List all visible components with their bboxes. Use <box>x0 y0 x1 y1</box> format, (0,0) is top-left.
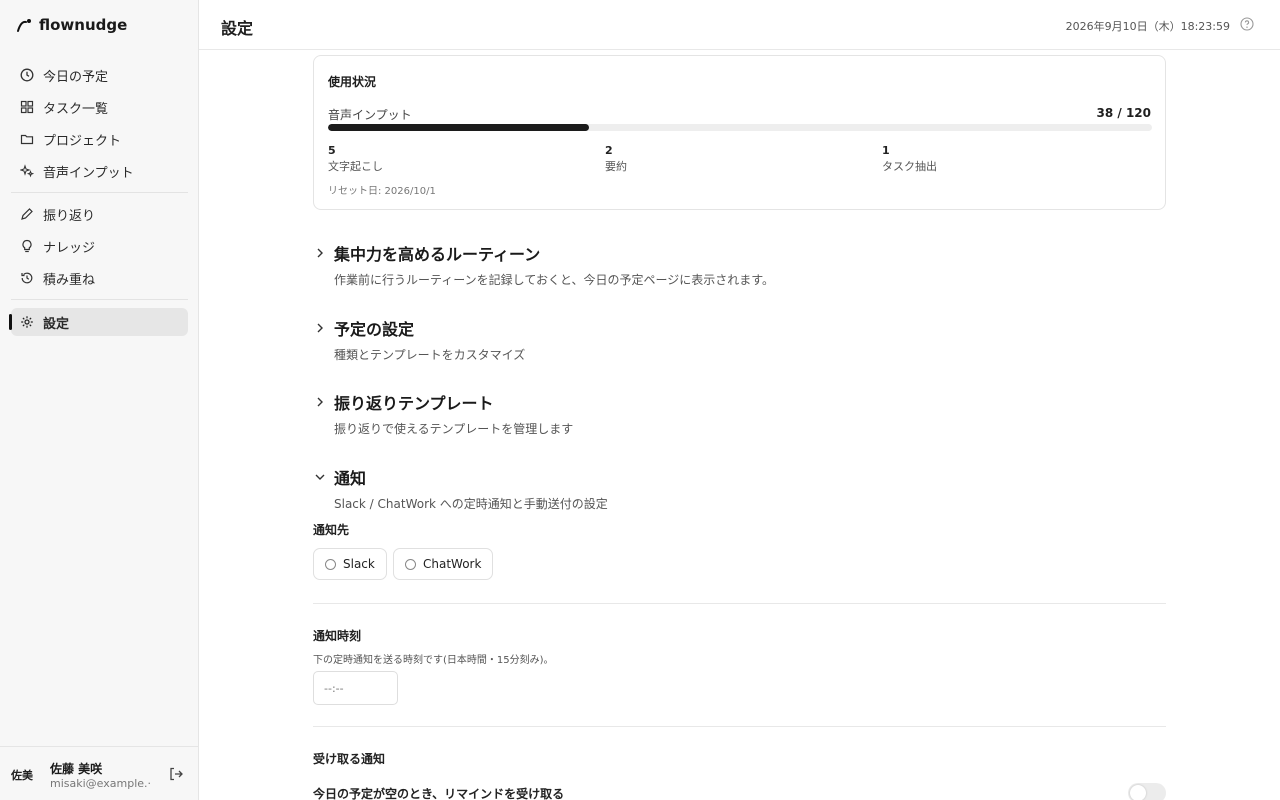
usage-card: 使用状況 音声インプット 38 / 120 5 文字起こし 2 要約 1 タスク… <box>313 55 1166 210</box>
avatar[interactable]: 佐美 <box>11 767 33 783</box>
sidebar-item-label: 積み重ね <box>43 272 96 288</box>
sparkles-icon <box>20 164 34 178</box>
section-title: 集中力を高めるルーティーン <box>334 245 541 264</box>
brand-name: flownudge <box>39 16 128 34</box>
sidebar-item-review[interactable]: 振り返り <box>11 200 188 228</box>
brand[interactable]: flownudge <box>16 14 127 36</box>
section-title: 通知 <box>334 469 367 488</box>
flow-logo-icon <box>17 19 31 32</box>
page-title: 設定 <box>221 19 254 38</box>
sidebar-item-today[interactable]: 今日の予定 <box>11 61 188 89</box>
stat-task-extraction: 1 タスク抽出 <box>882 144 937 174</box>
current-datetime: 2026年9月10日（木）18:23:59 <box>1065 20 1230 33</box>
radio-slack[interactable]: Slack <box>313 548 387 580</box>
notify-time-label: 通知時刻 <box>313 629 362 643</box>
nav-secondary: 振り返り ナレッジ 積み重ね <box>11 200 188 296</box>
logout-icon[interactable] <box>168 766 184 782</box>
chevron-right-icon <box>317 248 323 258</box>
receive-notifications-label: 受け取る通知 <box>313 752 386 766</box>
section-schedule-toggle[interactable]: 予定の設定 <box>313 316 1173 340</box>
folder-icon <box>20 132 34 146</box>
stat-transcription: 5 文字起こし <box>328 144 383 174</box>
section-title: 予定の設定 <box>334 320 415 339</box>
notify-time-hint: 下の定時通知を送る時刻です(日本時間・15分刻み)。 <box>313 655 554 666</box>
sidebar-item-label: プロジェクト <box>43 133 122 149</box>
sidebar-item-voice-input[interactable]: 音声インプット <box>11 157 188 185</box>
section-description: 振り返りで使えるテンプレートを管理します <box>334 422 574 436</box>
clock-icon <box>20 68 34 82</box>
sidebar: flownudge 今日の予定 タスク一覧 プロジェクト 音声インプット 振り返… <box>0 0 199 800</box>
toggle-knob <box>1130 785 1146 800</box>
notify-time-input[interactable] <box>313 671 398 705</box>
radio-label: Slack <box>343 557 375 571</box>
radio-chatwork[interactable]: ChatWork <box>393 548 494 580</box>
radio-label: ChatWork <box>423 557 482 571</box>
help-icon[interactable] <box>1240 17 1254 31</box>
sidebar-item-label: ナレッジ <box>43 240 96 256</box>
usage-title: 使用状況 <box>328 75 377 89</box>
stat-label: 文字起こし <box>328 160 383 173</box>
pencil-icon <box>20 207 34 221</box>
sidebar-item-label: 設定 <box>43 316 70 332</box>
section-routine: 集中力を高めるルーティーン 作業前に行うルーティーンを記録しておくと、今日の予定… <box>313 241 1173 288</box>
user-email: misaki@example.··· <box>50 777 150 790</box>
section-review-templates: 振り返りテンプレート 振り返りで使えるテンプレートを管理します <box>313 390 1173 437</box>
reset-date: リセット日: 2026/10/1 <box>328 186 436 197</box>
section-description: Slack / ChatWork への定時通知と手動送付の設定 <box>334 497 608 511</box>
lightbulb-icon <box>20 239 34 253</box>
remind-toggle[interactable] <box>1128 783 1166 800</box>
stat-number: 1 <box>882 144 890 157</box>
chevron-right-icon <box>317 397 323 407</box>
divider <box>313 603 1166 604</box>
stat-number: 5 <box>328 144 336 157</box>
sidebar-item-history[interactable]: 積み重ね <box>11 264 188 292</box>
section-description: 作業前に行うルーティーンを記録しておくと、今日の予定ページに表示されます。 <box>334 273 775 287</box>
section-notifications-toggle[interactable]: 通知 <box>313 465 1173 489</box>
radio-circle <box>405 558 416 570</box>
usage-progress-fill <box>328 124 589 131</box>
settings-main: 使用状況 音声インプット 38 / 120 5 文字起こし 2 要約 1 タスク… <box>199 50 1280 800</box>
section-description: 種類とテンプレートをカスタマイズ <box>334 348 526 362</box>
gear-icon <box>20 315 34 329</box>
section-routine-toggle[interactable]: 集中力を高めるルーティーン <box>313 241 1173 265</box>
user-name: 佐藤 美咲 <box>50 762 103 776</box>
remind-empty-schedule-label: 今日の予定が空のとき、リマインドを受け取る <box>313 787 565 800</box>
user-panel: 佐美 佐藤 美咲 misaki@example.··· <box>0 746 199 800</box>
sidebar-item-settings[interactable]: 設定 <box>9 308 188 336</box>
nav-divider <box>11 299 188 300</box>
chevron-down-icon <box>315 474 325 480</box>
sidebar-item-label: タスク一覧 <box>43 101 109 117</box>
sidebar-item-label: 振り返り <box>43 208 96 224</box>
history-icon <box>20 271 34 285</box>
section-title: 振り返りテンプレート <box>334 394 494 413</box>
nav-primary: 今日の予定 タスク一覧 プロジェクト 音声インプット <box>11 61 188 189</box>
usage-progress-bar <box>328 124 1152 131</box>
section-review-templates-toggle[interactable]: 振り返りテンプレート <box>313 390 1173 414</box>
sidebar-item-label: 今日の予定 <box>43 69 109 85</box>
stat-label: 要約 <box>605 160 627 173</box>
notify-destination-label: 通知先 <box>313 523 350 537</box>
sidebar-item-projects[interactable]: プロジェクト <box>11 125 188 153</box>
stat-number: 2 <box>605 144 613 157</box>
nav-settings: 設定 <box>9 308 188 340</box>
radio-circle <box>325 558 336 570</box>
top-header: 設定 2026年9月10日（木）18:23:59 <box>199 0 1280 50</box>
stat-label: タスク抽出 <box>882 160 937 173</box>
section-notifications: 通知 Slack / ChatWork への定時通知と手動送付の設定 <box>313 465 1173 512</box>
sidebar-item-label: 音声インプット <box>43 165 134 181</box>
usage-count: 38 / 120 <box>1096 106 1152 120</box>
usage-label: 音声インプット <box>328 108 412 122</box>
sidebar-item-knowledge[interactable]: ナレッジ <box>11 232 188 260</box>
divider <box>313 726 1166 727</box>
chevron-right-icon <box>317 323 323 333</box>
section-schedule: 予定の設定 種類とテンプレートをカスタマイズ <box>313 316 1173 363</box>
grid-icon <box>20 100 34 114</box>
sidebar-item-tasks[interactable]: タスク一覧 <box>11 93 188 121</box>
nav-divider <box>11 192 188 193</box>
stat-summary: 2 要約 <box>605 144 627 174</box>
